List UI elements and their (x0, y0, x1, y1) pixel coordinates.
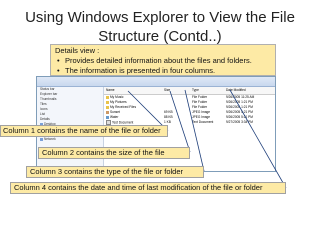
column4-callout: Column 4 contains the date and time of l… (10, 182, 286, 194)
details-heading: Details view : (55, 46, 100, 55)
details-view-callout: Details view : Provides detailed informa… (50, 44, 276, 76)
column2-callout: Column 2 contains the size of the file (38, 147, 190, 159)
callout-arrows (127, 89, 287, 189)
arrow-to-date-column (229, 89, 287, 189)
details-bullets: Provides detailed information about the … (55, 56, 271, 76)
column1-callout: Column 1 contains the name of the file o… (0, 125, 168, 137)
details-bullet: Provides detailed information about the … (57, 56, 271, 66)
details-bullet: The information is presented in four col… (57, 66, 271, 76)
column3-callout: Column 3 contains the type of the file o… (26, 166, 204, 178)
